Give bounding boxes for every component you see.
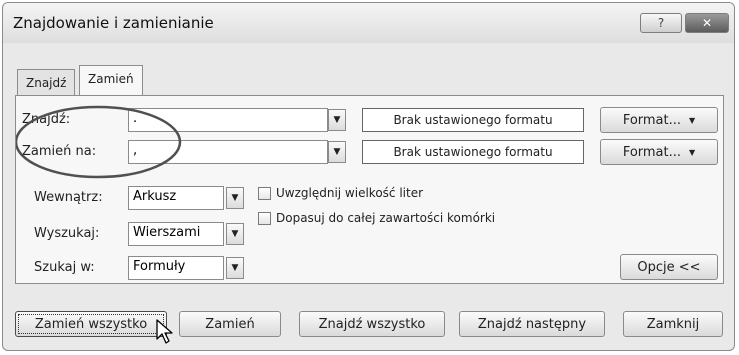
find-history-dropdown[interactable]: ▼: [328, 109, 346, 131]
chevron-down-icon: ▼: [231, 263, 239, 273]
replace-all-button[interactable]: Zamień wszystko: [15, 311, 167, 337]
match-entire-cell-checkbox[interactable]: [258, 212, 271, 225]
find-next-button[interactable]: Znajdź następny: [459, 311, 605, 337]
title-bar: Znajdowanie i zamienianie ? ✕: [3, 3, 734, 43]
match-case-checkbox[interactable]: [258, 187, 271, 200]
close-icon: ✕: [701, 16, 713, 30]
replace-panel: Znajdź: . ▼ Brak ustawionego formatu For…: [15, 95, 724, 284]
within-dropdown[interactable]: ▼: [226, 187, 244, 209]
chevron-down-icon: ▼: [689, 115, 696, 125]
replace-label: Zamień na:: [22, 144, 97, 159]
help-button[interactable]: ?: [640, 13, 682, 33]
find-all-button[interactable]: Znajdź wszystko: [299, 311, 445, 337]
chevron-down-icon: ▼: [231, 229, 239, 239]
look-in-label: Szukaj w:: [34, 260, 95, 275]
replace-format-label: Format...: [622, 144, 682, 160]
find-format-label: Format...: [622, 112, 682, 128]
find-format-preview: Brak ustawionego formatu: [362, 108, 584, 132]
help-icon: ?: [657, 16, 665, 30]
tab-replace[interactable]: Zamień: [79, 65, 143, 95]
replace-with-input[interactable]: ,: [128, 140, 328, 164]
chevron-down-icon: ▼: [333, 147, 341, 157]
close-window-button[interactable]: ✕: [685, 13, 729, 33]
replace-format-button[interactable]: Format... ▼: [600, 139, 718, 165]
search-order-dropdown[interactable]: ▼: [226, 223, 244, 245]
tab-replace-label: Zamień: [88, 72, 134, 86]
find-what-input[interactable]: .: [128, 108, 328, 132]
replace-history-dropdown[interactable]: ▼: [328, 141, 346, 163]
chevron-down-icon: ▼: [231, 193, 239, 203]
within-select[interactable]: Arkusz: [128, 186, 224, 210]
within-label: Wewnątrz:: [34, 190, 103, 205]
match-entire-cell-label[interactable]: Dopasuj do całej zawartości komórki: [276, 211, 495, 225]
mouse-cursor-icon: [156, 319, 173, 344]
find-label: Znajdź:: [22, 112, 71, 127]
replace-button[interactable]: Zamień: [179, 311, 281, 337]
options-toggle-button[interactable]: Opcje <<: [620, 254, 718, 280]
tab-find-label: Znajdź: [26, 76, 67, 90]
search-label: Wyszukaj:: [34, 226, 100, 241]
look-in-dropdown[interactable]: ▼: [226, 257, 244, 279]
chevron-down-icon: ▼: [333, 115, 341, 125]
tab-find[interactable]: Znajdź: [17, 69, 76, 95]
find-format-button[interactable]: Format... ▼: [600, 107, 718, 133]
replace-format-preview: Brak ustawionego formatu: [362, 140, 584, 164]
match-case-label[interactable]: Uwzględnij wielkość liter: [276, 186, 423, 200]
chevron-down-icon: ▼: [689, 147, 696, 157]
dialog-title: Znajdowanie i zamienianie: [13, 14, 214, 32]
find-replace-dialog: Znajdowanie i zamienianie ? ✕ Znajdź Zam…: [2, 2, 735, 351]
close-button[interactable]: Zamknij: [623, 311, 723, 337]
look-in-select[interactable]: Formuły: [128, 256, 224, 280]
search-order-select[interactable]: Wierszami: [128, 222, 224, 246]
